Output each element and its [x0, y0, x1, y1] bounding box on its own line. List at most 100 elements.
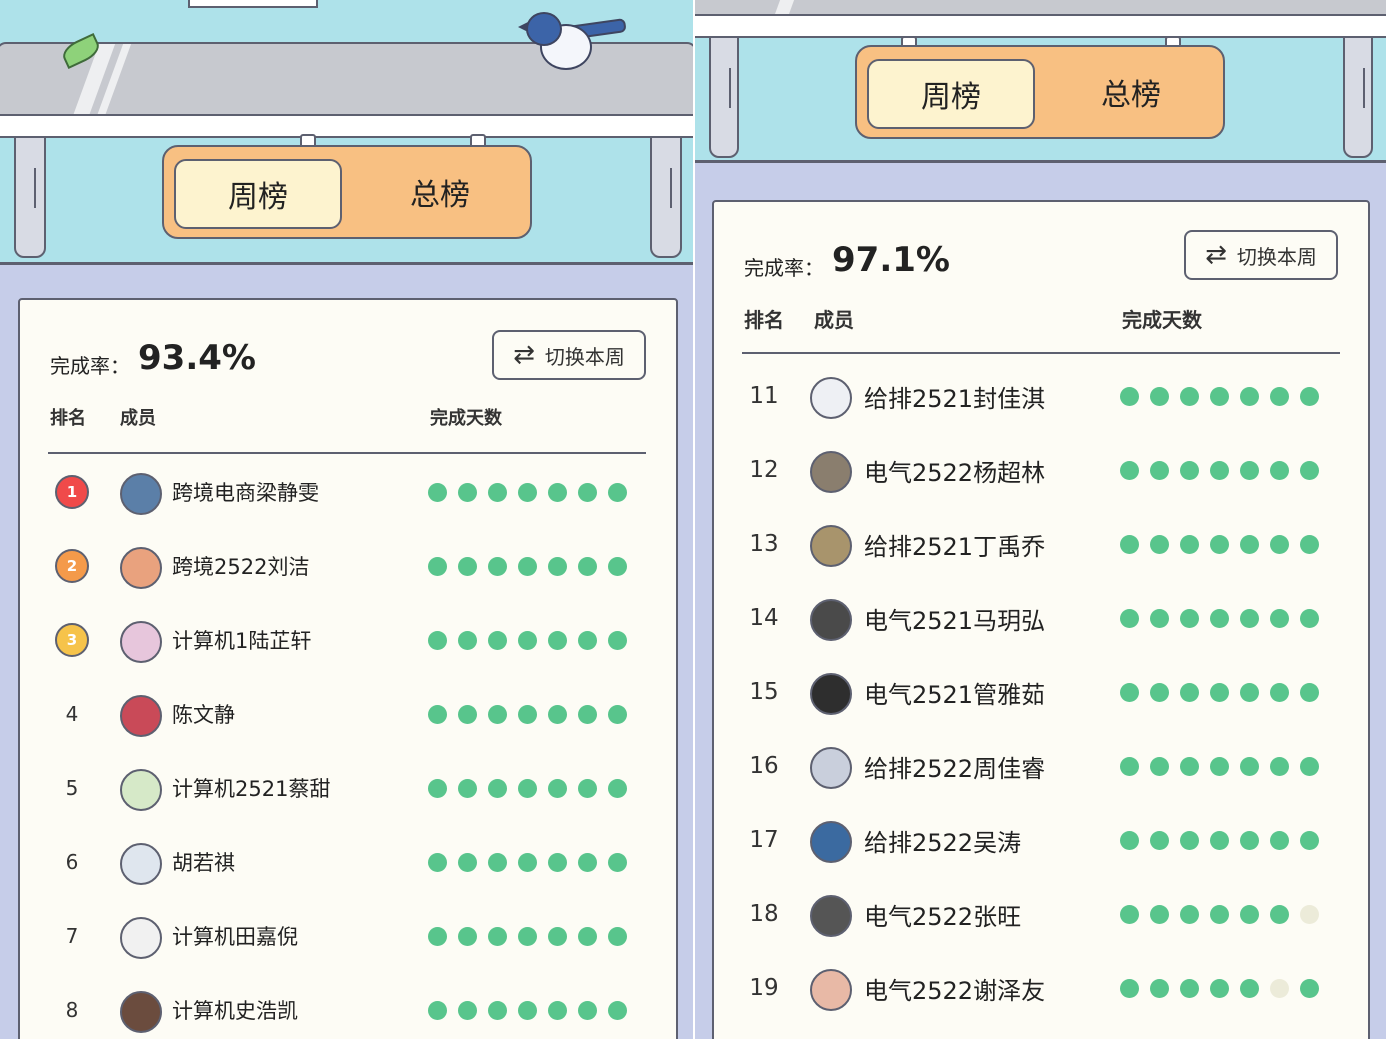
day-completed-dot: [1240, 608, 1259, 628]
avatar[interactable]: [810, 895, 852, 937]
day-completed-dot: [518, 1000, 537, 1020]
ranking-row: 3 计算机1陆芷轩: [20, 610, 676, 670]
completion-days: [428, 462, 627, 522]
right-pillar: [650, 136, 682, 258]
completion-days: [428, 832, 627, 892]
day-completed-dot: [1150, 830, 1169, 850]
day-completed-dot: [548, 852, 567, 872]
rank-number: 8: [65, 998, 79, 1022]
avatar[interactable]: [810, 599, 852, 641]
day-completed-dot: [518, 926, 537, 946]
tab-weekly[interactable]: 周榜: [174, 159, 342, 229]
day-completed-dot: [608, 1000, 627, 1020]
header-member: 成员: [120, 408, 156, 429]
ranking-row: 18 电气2522张旺: [714, 884, 1368, 944]
day-completed-dot: [1240, 978, 1259, 998]
member-name: 计算机1陆芷轩: [172, 629, 312, 653]
member-name: 电气2521马玥弘: [864, 606, 1046, 635]
day-completed-dot: [458, 852, 477, 872]
avatar[interactable]: [120, 695, 162, 737]
avatar[interactable]: [120, 917, 162, 959]
avatar[interactable]: [120, 991, 162, 1033]
header-divider: [48, 452, 646, 454]
completion-days: [1120, 662, 1319, 722]
day-completed-dot: [1270, 534, 1289, 554]
avatar[interactable]: [810, 969, 852, 1011]
member-name: 电气2522张旺: [864, 902, 1022, 931]
switch-week-button[interactable]: ⇄ 切换本周: [1184, 230, 1338, 280]
day-completed-dot: [518, 630, 537, 650]
day-completed-dot: [608, 852, 627, 872]
avatar[interactable]: [120, 769, 162, 811]
member-name: 给排2521丁禹乔: [864, 532, 1046, 561]
day-completed-dot: [1150, 756, 1169, 776]
header-rank: 排名: [50, 408, 86, 429]
avatar[interactable]: [810, 525, 852, 567]
left-pillar: [14, 136, 46, 258]
day-completed-dot: [1240, 830, 1259, 850]
day-completed-dot: [1300, 608, 1319, 628]
member-name: 胡若祺: [172, 851, 235, 875]
avatar[interactable]: [810, 821, 852, 863]
left-pillar: [709, 36, 739, 158]
day-completed-dot: [1270, 904, 1289, 924]
avatar[interactable]: [810, 377, 852, 419]
ranking-row: 14 电气2521马玥弘: [714, 588, 1368, 648]
day-completed-dot: [1270, 386, 1289, 406]
day-completed-dot: [458, 926, 477, 946]
tab-weekly[interactable]: 周榜: [867, 59, 1035, 129]
day-completed-dot: [1150, 904, 1169, 924]
day-completed-dot: [428, 778, 447, 798]
day-completed-dot: [428, 1000, 447, 1020]
completion-days: [1120, 514, 1319, 574]
avatar[interactable]: [120, 547, 162, 589]
header-days: 完成天数: [1122, 308, 1202, 332]
day-completed-dot: [428, 630, 447, 650]
rank-number: 16: [749, 753, 779, 779]
day-completed-dot: [578, 556, 597, 576]
day-completed-dot: [518, 482, 537, 502]
avatar[interactable]: [120, 473, 162, 515]
avatar[interactable]: [810, 451, 852, 493]
completion-days: [428, 536, 627, 596]
avatar[interactable]: [120, 843, 162, 885]
completion-days: [1120, 366, 1319, 426]
day-completed-dot: [1120, 386, 1139, 406]
ranking-row: 16 给排2522周佳睿: [714, 736, 1368, 796]
completion-days: [1120, 810, 1319, 870]
day-completed-dot: [578, 482, 597, 502]
member-name: 跨境电商梁静雯: [172, 481, 319, 505]
completion-days: [1120, 440, 1319, 500]
day-completed-dot: [1300, 386, 1319, 406]
day-completed-dot: [1150, 978, 1169, 998]
member-name: 计算机史浩凯: [172, 999, 298, 1023]
avatar[interactable]: [120, 621, 162, 663]
day-completed-dot: [1300, 978, 1319, 998]
day-completed-dot: [548, 1000, 567, 1020]
avatar[interactable]: [810, 673, 852, 715]
day-completed-dot: [1210, 830, 1229, 850]
day-completed-dot: [1300, 534, 1319, 554]
switch-week-button[interactable]: ⇄ 切换本周: [492, 330, 646, 380]
rank-number: 14: [749, 605, 779, 631]
tab-total[interactable]: 总榜: [360, 159, 520, 225]
day-completed-dot: [578, 778, 597, 798]
day-completed-dot: [518, 778, 537, 798]
day-completed-dot: [458, 704, 477, 724]
tab-total[interactable]: 总榜: [1051, 59, 1211, 125]
avatar[interactable]: [810, 747, 852, 789]
header-member: 成员: [814, 308, 854, 332]
header-days: 完成天数: [430, 408, 502, 429]
completion-days: [428, 610, 627, 670]
day-completed-dot: [1210, 534, 1229, 554]
ranking-row: 17 给排2522吴涛: [714, 810, 1368, 870]
roof-beam: [0, 114, 693, 138]
day-completed-dot: [1240, 386, 1259, 406]
day-completed-dot: [1210, 682, 1229, 702]
day-completed-dot: [1300, 756, 1319, 776]
ranking-row: 13 给排2521丁禹乔: [714, 514, 1368, 574]
rank-number: 19: [749, 975, 779, 1001]
day-completed-dot: [548, 630, 567, 650]
day-completed-dot: [1210, 386, 1229, 406]
rank-number: 12: [749, 457, 779, 483]
